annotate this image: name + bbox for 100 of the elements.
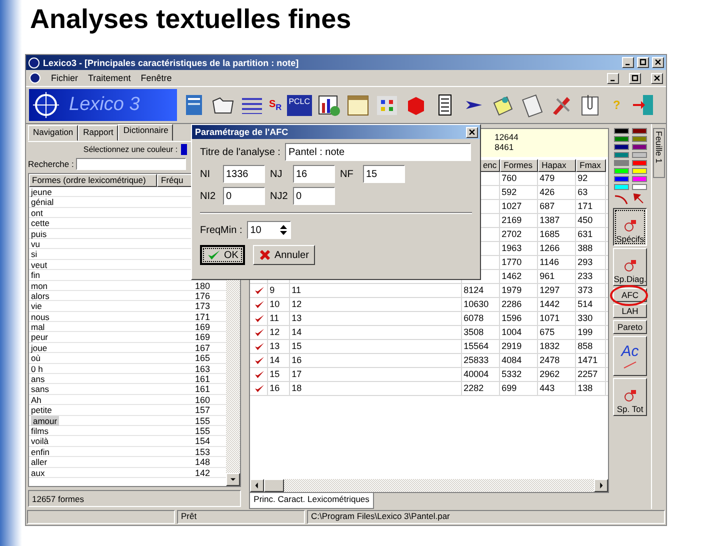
table-cell: 1471	[578, 355, 598, 365]
list-cell-text: 161	[194, 374, 211, 384]
table-cell: 199	[578, 327, 593, 337]
list-cell-text: 153	[194, 446, 211, 456]
list-cell-text: 160	[194, 394, 211, 404]
table-cell: 11	[270, 313, 279, 323]
list-cell-text: 148	[194, 457, 211, 467]
table-cell: 92	[578, 173, 588, 183]
status-text: Prêt	[177, 510, 305, 524]
table-cell: 760	[502, 173, 517, 183]
list-cell-text: 165	[194, 353, 211, 363]
list-cell-text: 180	[194, 280, 211, 290]
list-cell-text: 161	[194, 384, 211, 394]
table-cell: 388	[578, 243, 593, 253]
table-cell: 9	[270, 285, 275, 295]
table-cell: 1963	[502, 243, 522, 253]
table-cell: 699	[502, 383, 517, 393]
list-cell-text: 173	[194, 301, 211, 311]
summary-value: 8461	[494, 142, 515, 152]
slide-title: Analyses textuelles fines	[30, 4, 352, 36]
field-label: NF	[340, 168, 354, 180]
field-label: NJ	[270, 168, 284, 180]
table-cell: 2257	[578, 369, 598, 379]
table-cell: 330	[578, 313, 593, 323]
table-cell: 10630	[464, 299, 489, 309]
table-cell: 63	[578, 187, 588, 197]
table-cell: 514	[578, 299, 593, 309]
status-text: 12657 formes	[32, 494, 84, 504]
list-cell-text: 169	[194, 332, 211, 342]
table-cell: 6078	[464, 313, 484, 323]
table-cell: 3508	[464, 327, 484, 337]
table-cell: 15	[270, 369, 280, 379]
list-cell-text: 171	[194, 312, 211, 322]
table-cell: 2169	[502, 215, 522, 225]
table-cell: 2962	[540, 369, 560, 379]
table-cell: 10	[270, 299, 280, 309]
table-cell: 15564	[464, 341, 489, 351]
logo-text: Lexico 3	[69, 94, 140, 116]
field-label: NJ2	[270, 190, 288, 202]
table-cell: 1027	[502, 201, 522, 211]
table-cell: 373	[578, 285, 593, 295]
table-cell: 426	[540, 187, 555, 197]
table-cell: 1297	[540, 285, 560, 295]
field-label: Titre de l'analyse :	[200, 146, 280, 158]
table-cell: 858	[578, 341, 593, 351]
table-cell: 450	[578, 215, 593, 225]
table-cell: 4084	[502, 355, 522, 365]
table-cell: 2478	[540, 355, 560, 365]
color-label: Sélectionnez une couleur :	[83, 144, 178, 154]
table-cell: 40004	[464, 369, 489, 379]
table-cell: 592	[502, 187, 517, 197]
list-cell-text: 155	[194, 426, 211, 436]
table-cell: 1442	[540, 299, 560, 309]
table-cell: 675	[540, 327, 555, 337]
table-cell: 171	[578, 201, 593, 211]
table-cell: 687	[540, 201, 555, 211]
table-cell: 1266	[540, 243, 560, 253]
table-cell: 443	[540, 383, 555, 393]
table-cell: 631	[578, 229, 593, 239]
search-label: Recherche :	[28, 158, 74, 168]
status-text: C:\Program Files\Lexico 3\Pantel.par	[307, 510, 665, 524]
table-cell: 1146	[540, 257, 560, 267]
table-cell: 293	[578, 257, 593, 267]
table-cell: 479	[540, 173, 555, 183]
list-cell-text: 176	[194, 290, 211, 300]
list-cell-text: 157	[194, 405, 211, 415]
table-cell: 16	[292, 355, 302, 365]
table-cell: 12	[270, 327, 280, 337]
table-cell: 17	[292, 369, 302, 379]
table-cell: 8124	[464, 285, 484, 295]
table-cell: 1685	[540, 229, 560, 239]
list-cell-text: 167	[194, 342, 211, 352]
table-cell: 1979	[502, 285, 522, 295]
table-cell: 16	[270, 383, 280, 393]
table-cell: 233	[578, 271, 593, 281]
table-cell: 13	[270, 341, 280, 351]
list-cell-text: 169	[194, 322, 211, 332]
table-cell: 15	[292, 341, 302, 351]
field-label: NI2	[200, 190, 217, 202]
table-cell: 1071	[540, 313, 560, 323]
table-cell: 138	[578, 383, 593, 393]
table-cell: 961	[540, 271, 555, 281]
table-cell: 2282	[464, 383, 484, 393]
table-cell: 2286	[502, 299, 522, 309]
table-cell: 1832	[540, 341, 560, 351]
table-cell: 5332	[502, 369, 522, 379]
table-cell: 1387	[540, 215, 560, 225]
table-cell: 12	[292, 299, 302, 309]
dialog-title: Paramétrage de l'AFC	[195, 127, 288, 137]
list-cell-text: 155	[194, 416, 211, 425]
list-cell-text: 163	[194, 364, 211, 374]
table-cell: 13	[292, 313, 302, 323]
table-cell: 1596	[502, 313, 522, 323]
table-cell: 1004	[502, 327, 522, 337]
table-cell: 1770	[502, 257, 522, 267]
table-cell: 25833	[464, 355, 489, 365]
field-label: FreqMin :	[200, 224, 242, 236]
table-cell: 1462	[502, 271, 522, 281]
summary-value: 12644	[494, 132, 520, 142]
table-cell: 11	[292, 285, 301, 295]
